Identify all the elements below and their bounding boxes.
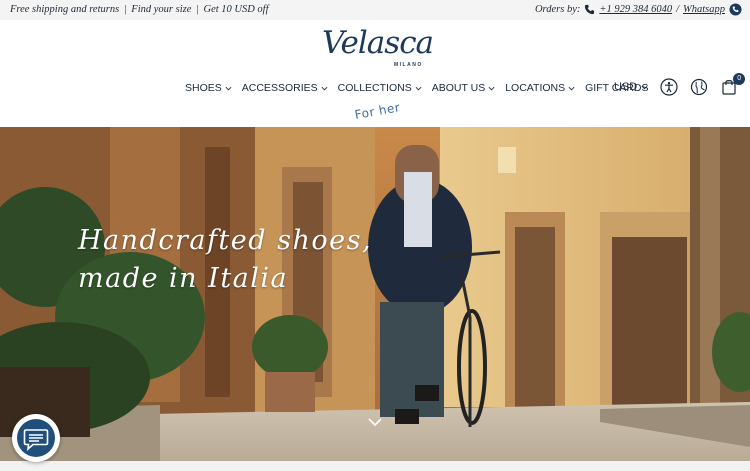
phone-link[interactable]: +1 929 384 6040 [599,4,672,15]
promo-links: Free shipping and returns | Find your size… [10,4,269,15]
slash: / [676,4,679,15]
chevron-down-icon [321,86,328,90]
chevron-down-icon [225,86,232,90]
cart-count-badge: 0 [733,73,746,85]
chat-icon [23,429,49,452]
hero-banner: Handcrafted shoes, made in Italia [0,127,750,461]
chat-button-inner [17,419,55,457]
separator: | [196,4,199,15]
globe-icon[interactable] [690,78,708,96]
orders-contact: Orders by: +1 929 384 6040 / Whatsapp [535,3,742,16]
for-her-link[interactable]: For her [354,100,402,122]
accessibility-icon[interactable] [660,78,678,96]
site-header: Velasca MILANO SHOES ACCESSORIES COLLECT… [0,20,750,127]
hero-line-2: made in Italia [78,263,289,294]
nav-item-collections[interactable]: COLLECTIONS [338,82,422,94]
hero-headline: Handcrafted shoes, made in Italia [78,222,372,298]
find-size-link[interactable]: Find your size [131,4,191,15]
below-hero-strip [0,461,750,471]
chevron-down-icon [568,86,575,90]
whatsapp-link[interactable]: Whatsapp [683,4,725,15]
nav-label: ACCESSORIES [241,82,318,94]
nav-item-about-us[interactable]: ABOUT US [432,82,495,94]
nav-label: ABOUT US [431,82,486,94]
chat-button[interactable] [12,414,60,462]
main-nav: SHOES ACCESSORIES COLLECTIONS ABOUT US L… [185,82,649,94]
scroll-down-icon[interactable] [368,418,382,427]
nav-label: SHOES [185,82,222,94]
nav-item-shoes[interactable]: SHOES [185,82,232,94]
logo-text: Velasca [322,25,434,61]
header-utilities: USD 0 [614,73,750,96]
logo-subtitle: MILANO [394,62,423,68]
orders-label: Orders by: [534,4,581,15]
offer-link[interactable]: Get 10 USD off [203,4,268,15]
free-shipping-link[interactable]: Free shipping and returns [10,4,119,15]
nav-label: LOCATIONS [505,82,566,94]
cart-button[interactable]: 0 [720,73,746,96]
chevron-down-icon [415,86,422,90]
nav-item-locations[interactable]: LOCATIONS [505,82,575,94]
currency-selector[interactable]: USD [614,81,648,93]
nav-label: COLLECTIONS [337,82,412,94]
top-bar: Free shipping and returns | Find your size… [0,0,750,20]
separator: | [124,4,127,15]
currency-label: USD [614,81,638,93]
nav-item-accessories[interactable]: ACCESSORIES [242,82,328,94]
whatsapp-icon[interactable] [729,3,742,16]
chevron-down-icon [641,85,648,89]
chevron-down-icon [488,86,495,90]
velasca-logo[interactable]: Velasca MILANO [322,25,434,70]
hero-line-1: Handcrafted shoes, [78,225,373,256]
phone-icon [585,4,595,15]
